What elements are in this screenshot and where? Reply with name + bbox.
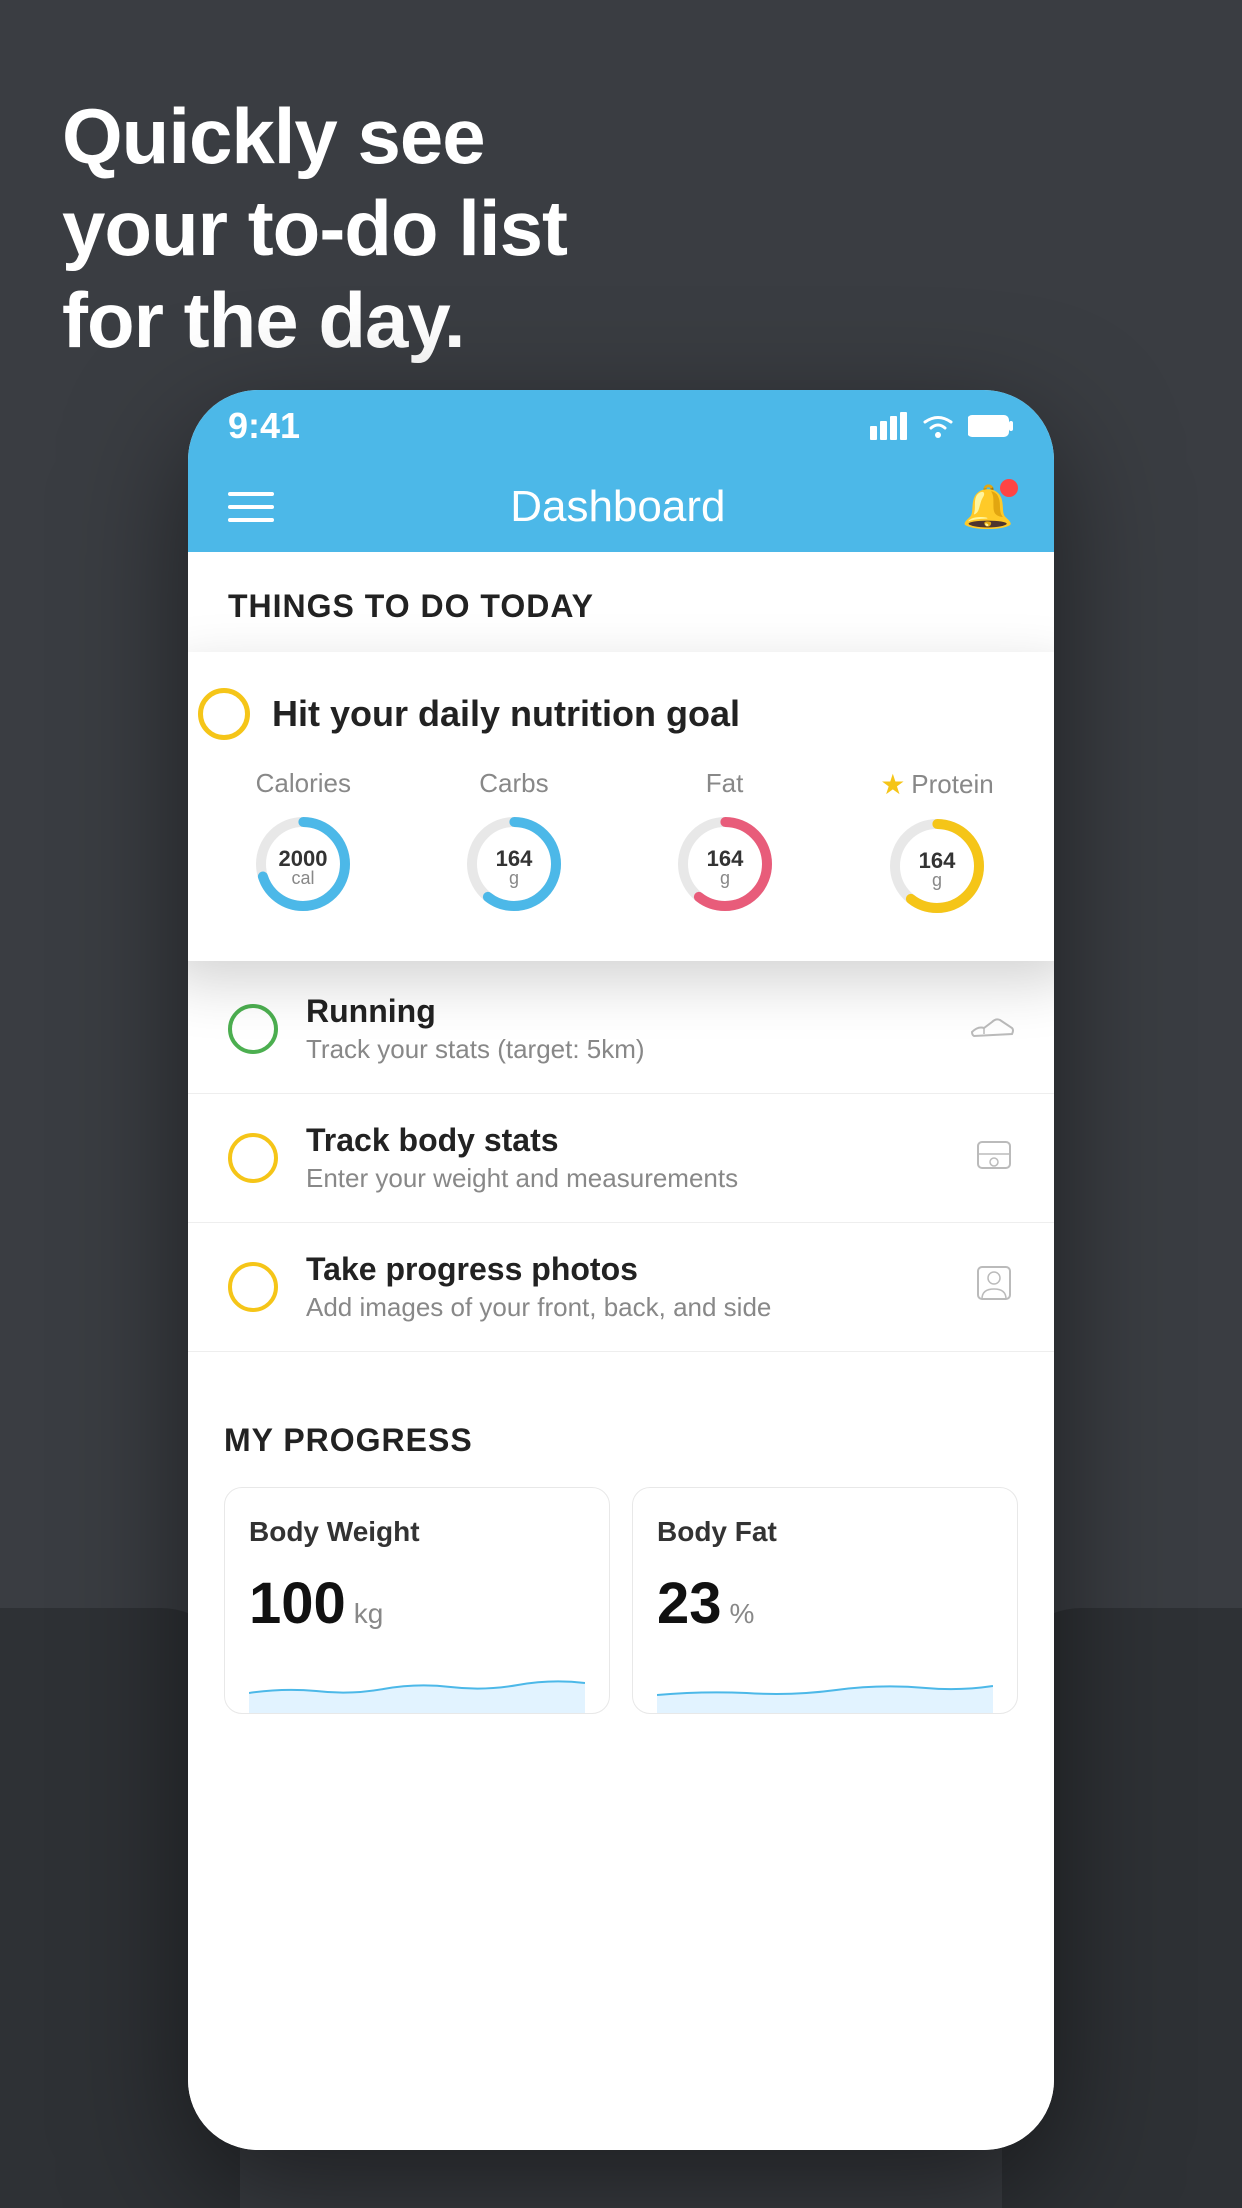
todo-photos-circle [228, 1262, 278, 1312]
bell-button[interactable]: 🔔 [962, 483, 1014, 532]
todo-item-running[interactable]: Running Track your stats (target: 5km) [188, 965, 1054, 1094]
carbs-label: Carbs [479, 768, 548, 799]
svg-text:g: g [509, 868, 519, 888]
signal-icon [870, 412, 908, 440]
headline-line1: Quickly see [62, 90, 567, 182]
svg-text:cal: cal [292, 868, 315, 888]
nutrition-protein: ★ Protein 164 g [880, 768, 994, 921]
status-bar: 9:41 [188, 390, 1054, 462]
navbar-title: Dashboard [510, 482, 725, 532]
nutrition-calories: Calories 2000 cal [248, 768, 358, 919]
todo-item-photos[interactable]: Take progress photos Add images of your … [188, 1223, 1054, 1352]
body-weight-value: 100 kg [249, 1570, 585, 1637]
carbs-donut: 164 g [459, 809, 569, 919]
todo-body-stats-subtitle: Enter your weight and measurements [306, 1163, 946, 1194]
things-to-do-header: THINGS TO DO TODAY [188, 552, 1054, 645]
nutrition-card: Hit your daily nutrition goal Calories 2… [188, 652, 1054, 961]
todo-photos-text: Take progress photos Add images of your … [306, 1251, 946, 1323]
wifi-icon [920, 412, 956, 440]
calories-donut: 2000 cal [248, 809, 358, 919]
progress-section-title: MY PROGRESS [224, 1422, 1018, 1459]
body-weight-unit: kg [354, 1598, 384, 1630]
headline: Quickly see your to-do list for the day. [62, 90, 567, 366]
fat-donut: 164 g [670, 809, 780, 919]
body-fat-number: 23 [657, 1570, 722, 1637]
nutrition-circles: Calories 2000 cal Carbs 164 g [198, 768, 1044, 921]
phone-mockup: 9:41 Dashboard � [188, 390, 1054, 2150]
todo-running-subtitle: Track your stats (target: 5km) [306, 1034, 942, 1065]
nutrition-card-header: Hit your daily nutrition goal [198, 688, 1044, 740]
body-fat-title: Body Fat [657, 1516, 993, 1548]
status-icons [870, 412, 1014, 440]
hamburger-menu[interactable] [228, 492, 274, 522]
calories-label: Calories [256, 768, 351, 799]
protein-label: ★ Protein [880, 768, 994, 801]
todo-running-text: Running Track your stats (target: 5km) [306, 993, 942, 1065]
body-fat-unit: % [730, 1598, 755, 1630]
headline-line2: your to-do list [62, 182, 567, 274]
shoe-icon [970, 1008, 1014, 1051]
todo-body-stats-text: Track body stats Enter your weight and m… [306, 1122, 946, 1194]
todo-photos-title: Take progress photos [306, 1251, 946, 1288]
star-icon: ★ [880, 768, 905, 801]
body-fat-card: Body Fat 23 % [632, 1487, 1018, 1714]
progress-section: MY PROGRESS Body Weight 100 kg [188, 1382, 1054, 1714]
todo-body-stats-title: Track body stats [306, 1122, 946, 1159]
protein-donut: 164 g [882, 811, 992, 921]
nutrition-carbs: Carbs 164 g [459, 768, 569, 919]
bell-notification-dot [1000, 479, 1018, 497]
phone-content: THINGS TO DO TODAY Hit your daily nutrit… [188, 552, 1054, 2150]
battery-icon [968, 414, 1014, 438]
scale-icon [974, 1134, 1014, 1183]
svg-text:g: g [720, 868, 730, 888]
fat-label: Fat [706, 768, 744, 799]
headline-line3: for the day. [62, 274, 567, 366]
todo-item-body-stats[interactable]: Track body stats Enter your weight and m… [188, 1094, 1054, 1223]
progress-cards: Body Weight 100 kg Body Fat [224, 1487, 1018, 1714]
status-time: 9:41 [228, 405, 300, 447]
body-weight-title: Body Weight [249, 1516, 585, 1548]
body-weight-number: 100 [249, 1570, 346, 1637]
todo-photos-subtitle: Add images of your front, back, and side [306, 1292, 946, 1323]
nutrition-card-title: Hit your daily nutrition goal [272, 693, 740, 735]
todo-list: Running Track your stats (target: 5km) T… [188, 965, 1054, 1352]
todo-running-title: Running [306, 993, 942, 1030]
todo-body-stats-circle [228, 1133, 278, 1183]
nutrition-radio-circle[interactable] [198, 688, 250, 740]
body-fat-chart [657, 1653, 993, 1713]
body-weight-card: Body Weight 100 kg [224, 1487, 610, 1714]
body-weight-chart [249, 1653, 585, 1713]
nutrition-fat: Fat 164 g [670, 768, 780, 919]
person-icon [974, 1263, 1014, 1312]
body-fat-value: 23 % [657, 1570, 993, 1637]
todo-running-circle [228, 1004, 278, 1054]
navbar: Dashboard 🔔 [188, 462, 1054, 552]
svg-text:g: g [932, 870, 942, 890]
